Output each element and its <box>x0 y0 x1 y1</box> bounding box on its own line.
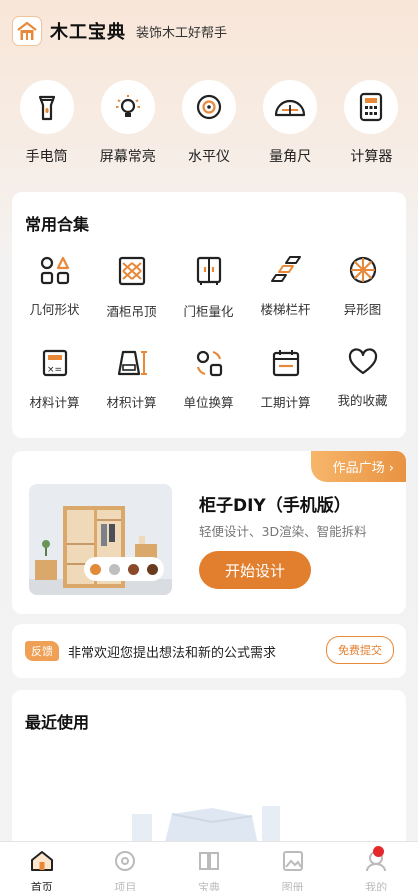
schedule-icon <box>271 348 301 382</box>
svg-text:×=: ×= <box>47 365 62 375</box>
chevron-right-icon: › <box>388 461 394 476</box>
volume-calc-icon <box>115 348 149 382</box>
collection-item-volume-calc[interactable]: 材积计算 <box>93 334 170 427</box>
bottom-tab-bar: 首页 项目 宝典 图册 我的 <box>0 841 418 891</box>
collection-card: 常用合集 几何形状 酒柜吊顶 门柜量化 楼梯栏杆 异形图 ×= 材料计算 材积计… <box>12 192 406 438</box>
app-brand: 木工宝典 <box>50 22 126 43</box>
protractor-icon <box>263 80 318 134</box>
collection-item-door-cabinet[interactable]: 门柜量化 <box>170 241 247 334</box>
recent-title: 最近使用 <box>25 713 90 732</box>
swatch-dark-brown[interactable] <box>147 563 158 575</box>
swatch-gray[interactable] <box>109 563 120 575</box>
collection-item-stairs[interactable]: 楼梯栏杆 <box>247 241 324 334</box>
quick-tools: 手电筒 屏幕常亮 水平仪 量角尺 计算器 <box>0 80 418 166</box>
collection-item-label: 几何形状 <box>29 302 80 317</box>
tool-label: 计算器 <box>350 149 393 165</box>
promo-card: 作品广场 › 柜子DIY（手机版） 轻便设计、3D渲染、智能拆料 开始设计 <box>12 451 406 614</box>
tool-label: 屏幕常亮 <box>99 149 156 165</box>
collection-item-unit-convert[interactable]: 单位换算 <box>170 334 247 427</box>
door-cabinet-icon <box>194 255 224 291</box>
tab-label: 我的 <box>365 881 388 891</box>
collection-item-material-calc[interactable]: ×= 材料计算 <box>16 334 93 427</box>
feedback-banner: 反馈 非常欢迎您提出想法和新的公式需求 免费提交 <box>12 624 406 678</box>
heart-icon <box>348 348 378 380</box>
collection-item-label: 工期计算 <box>260 395 311 410</box>
gallery-icon <box>281 850 305 876</box>
tab-label: 图册 <box>281 881 304 891</box>
project-icon <box>113 850 137 876</box>
geometry-icon <box>39 255 71 289</box>
wine-cabinet-icon <box>117 255 147 291</box>
book-icon <box>197 850 221 876</box>
collection-item-geometry[interactable]: 几何形状 <box>16 241 93 334</box>
tab-home[interactable]: 首页 <box>12 842 72 891</box>
feedback-tag: 反馈 <box>25 641 59 661</box>
tool-screen-on[interactable]: 屏幕常亮 <box>89 80 167 166</box>
flashlight-icon <box>19 80 74 134</box>
unit-convert-icon <box>193 348 225 382</box>
tab-profile[interactable]: 我的 <box>346 842 406 891</box>
start-design-button[interactable]: 开始设计 <box>199 551 311 589</box>
collection-item-label: 门柜量化 <box>183 304 234 319</box>
works-plaza-link[interactable]: 作品广场 › <box>310 451 406 482</box>
collection-title: 常用合集 <box>25 215 90 234</box>
collection-item-label: 酒柜吊顶 <box>106 304 157 319</box>
collection-item-label: 我的收藏 <box>337 393 388 408</box>
collection-item-label: 单位换算 <box>183 395 234 410</box>
collection-item-label: 材料计算 <box>29 395 80 410</box>
product-name: 柜子DIY（手机版） <box>199 496 351 516</box>
tool-level[interactable]: 水平仪 <box>170 80 248 166</box>
stairs-icon <box>269 255 303 289</box>
collection-item-special-shape[interactable]: 异形图 <box>324 241 401 334</box>
level-icon <box>181 80 236 134</box>
lightbulb-icon <box>100 80 155 134</box>
tab-label: 宝典 <box>197 881 220 891</box>
product-image <box>29 484 172 595</box>
free-submit-button[interactable]: 免费提交 <box>326 636 394 664</box>
calculator-icon <box>344 80 399 134</box>
material-calc-icon: ×= <box>41 348 69 382</box>
color-swatches <box>84 557 164 581</box>
tab-label: 项目 <box>114 881 137 891</box>
tool-label: 水平仪 <box>187 149 230 165</box>
ribbon-label: 作品广场 <box>332 461 385 476</box>
tab-gallery[interactable]: 图册 <box>263 842 323 891</box>
special-shape-icon <box>348 255 378 289</box>
tool-calculator[interactable]: 计算器 <box>332 80 410 166</box>
home-icon <box>30 850 54 876</box>
collection-grid: 几何形状 酒柜吊顶 门柜量化 楼梯栏杆 异形图 ×= 材料计算 材积计算 单位换 <box>12 241 406 427</box>
app-slogan: 装饰木工好帮手 <box>136 25 228 41</box>
feedback-text: 非常欢迎您提出想法和新的公式需求 <box>68 646 277 661</box>
swatch-brown[interactable] <box>128 563 139 575</box>
collection-item-wine-cabinet[interactable]: 酒柜吊顶 <box>93 241 170 334</box>
collection-item-label: 楼梯栏杆 <box>260 302 311 317</box>
tool-label: 量角尺 <box>269 149 312 165</box>
tab-book[interactable]: 宝典 <box>179 842 239 891</box>
product-description: 轻便设计、3D渲染、智能拆料 <box>199 524 367 539</box>
tab-project[interactable]: 项目 <box>95 842 155 891</box>
collection-item-label: 异形图 <box>343 302 382 317</box>
tab-label: 首页 <box>30 881 53 891</box>
house-logo-icon <box>12 16 42 46</box>
collection-item-label: 材积计算 <box>106 395 157 410</box>
tool-label: 手电筒 <box>25 149 68 165</box>
collection-item-schedule[interactable]: 工期计算 <box>247 334 324 427</box>
recent-card: 最近使用 <box>12 690 406 850</box>
app-header: 木工宝典 装饰木工好帮手 <box>12 15 227 47</box>
swatch-orange[interactable] <box>90 563 101 575</box>
tool-protractor[interactable]: 量角尺 <box>251 80 329 166</box>
collection-item-favorites[interactable]: 我的收藏 <box>324 334 401 427</box>
tool-flashlight[interactable]: 手电筒 <box>8 80 86 166</box>
